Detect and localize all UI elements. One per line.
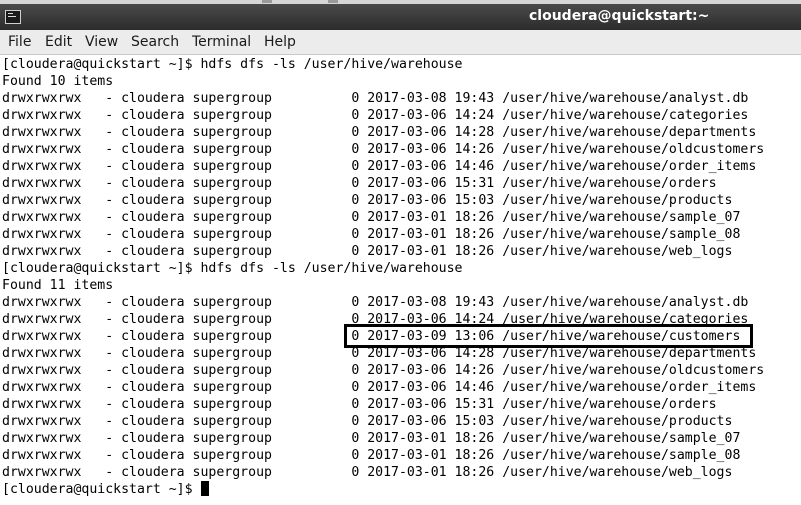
terminal-line: drwxrwxrwx - cloudera supergroup 0 2017-… xyxy=(2,414,733,429)
window-title: cloudera@quickstart:~ xyxy=(529,8,710,24)
terminal-line: Found 10 items xyxy=(2,74,114,89)
prompt-line[interactable]: [cloudera@quickstart ~]$ xyxy=(2,481,801,498)
highlight-annotation xyxy=(344,324,753,348)
terminal-line: drwxrwxrwx - cloudera supergroup 0 2017-… xyxy=(2,448,741,463)
menu-edit[interactable]: Edit xyxy=(45,34,72,50)
terminal-line: drwxrwxrwx - cloudera supergroup 0 2017-… xyxy=(2,125,757,140)
terminal-line: drwxrwxrwx - cloudera supergroup 0 2017-… xyxy=(2,193,733,208)
title-bar[interactable]: cloudera@quickstart:~ xyxy=(0,4,801,30)
terminal-line: drwxrwxrwx - cloudera supergroup 0 2017-… xyxy=(2,244,733,259)
terminal-icon[interactable] xyxy=(5,10,21,24)
terminal-line: drwxrwxrwx - cloudera supergroup 0 2017-… xyxy=(2,142,765,157)
menu-terminal[interactable]: Terminal xyxy=(192,34,251,50)
menu-file[interactable]: File xyxy=(8,34,31,50)
terminal-line: drwxrwxrwx - cloudera supergroup 0 2017-… xyxy=(2,159,757,174)
terminal-line: drwxrwxrwx - cloudera supergroup 0 2017-… xyxy=(2,431,741,446)
terminal-line: drwxrwxrwx - cloudera supergroup 0 2017-… xyxy=(2,227,741,242)
background-window-notch xyxy=(328,0,338,3)
terminal-line: drwxrwxrwx - cloudera supergroup 0 2017-… xyxy=(2,91,749,106)
terminal-line: drwxrwxrwx - cloudera supergroup 0 2017-… xyxy=(2,380,757,395)
terminal-line: drwxrwxrwx - cloudera supergroup 0 2017-… xyxy=(2,176,717,191)
terminal-line: drwxrwxrwx - cloudera supergroup 0 2017-… xyxy=(2,363,765,378)
terminal-line: drwxrwxrwx - cloudera supergroup 0 2017-… xyxy=(2,465,733,480)
terminal-line: drwxrwxrwx - cloudera supergroup 0 2017-… xyxy=(2,210,741,225)
terminal-line: drwxrwxrwx - cloudera supergroup 0 2017-… xyxy=(2,295,749,310)
menu-view[interactable]: View xyxy=(85,34,118,50)
menu-search[interactable]: Search xyxy=(131,34,179,50)
terminal-line: [cloudera@quickstart ~]$ hdfs dfs -ls /u… xyxy=(2,57,463,72)
terminal-line: drwxrwxrwx - cloudera supergroup 0 2017-… xyxy=(2,108,749,123)
menu-help[interactable]: Help xyxy=(264,34,296,50)
terminal-line: [cloudera@quickstart ~]$ hdfs dfs -ls /u… xyxy=(2,261,463,276)
menu-bar: File Edit View Search Terminal Help xyxy=(0,30,801,55)
background-window-notch xyxy=(262,0,272,3)
terminal-output[interactable]: [cloudera@quickstart ~]$ hdfs dfs -ls /u… xyxy=(2,56,801,498)
terminal-window: cloudera@quickstart:~ File Edit View Sea… xyxy=(0,0,801,505)
block-cursor xyxy=(200,481,209,496)
terminal-line: drwxrwxrwx - cloudera supergroup 0 2017-… xyxy=(2,397,717,412)
terminal-line: Found 11 items xyxy=(2,278,114,293)
shell-prompt: [cloudera@quickstart ~]$ xyxy=(2,482,201,497)
